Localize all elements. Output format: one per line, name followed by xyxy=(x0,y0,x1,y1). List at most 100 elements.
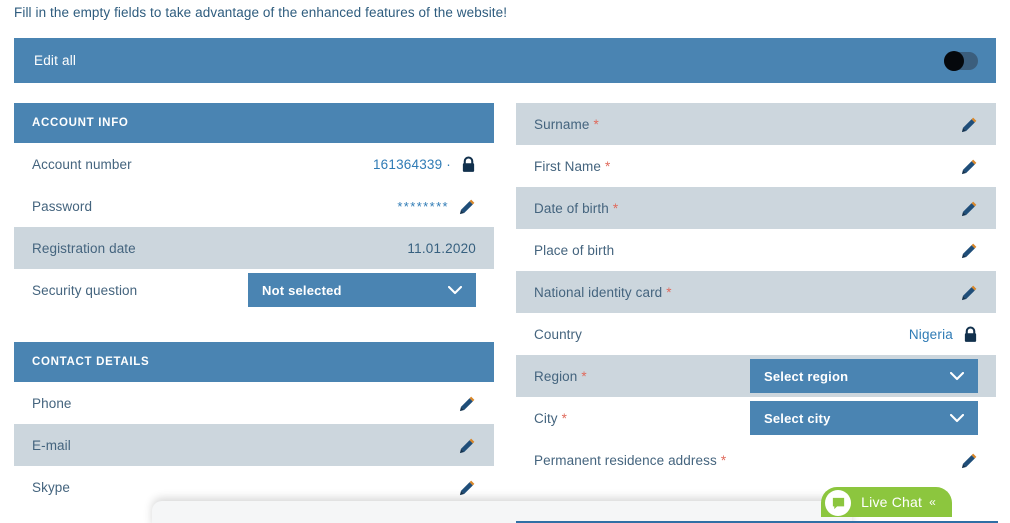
row-label: Region xyxy=(534,368,578,384)
toggle-knob xyxy=(944,50,964,71)
row-date-of-birth: Date of birth * xyxy=(516,187,996,229)
edit-pencil-icon[interactable] xyxy=(961,242,978,259)
select-city-label: Select city xyxy=(764,410,831,426)
edit-pencil-icon[interactable] xyxy=(459,395,476,412)
chevron-up-icon: « xyxy=(929,495,936,509)
row-label: Place of birth xyxy=(534,242,615,258)
row-label: Registration date xyxy=(32,240,136,256)
edit-all-toggle[interactable] xyxy=(944,50,978,71)
edit-pencil-icon[interactable] xyxy=(961,116,978,133)
panel-contact-details: CONTACT DETAILS Phone E-mail Skype xyxy=(14,342,494,508)
required-asterisk: * xyxy=(605,158,611,174)
edit-pencil-icon[interactable] xyxy=(459,479,476,496)
row-account-number: Account number 161364339 · xyxy=(14,143,494,185)
row-value-group xyxy=(459,395,476,412)
edit-all-bar: Edit all xyxy=(14,38,996,83)
row-region: Region * Select region xyxy=(516,355,996,397)
edit-pencil-icon[interactable] xyxy=(961,200,978,217)
select-city-button[interactable]: Select city xyxy=(750,401,978,435)
row-label: Password xyxy=(32,198,93,214)
row-national-identity-card: National identity card * xyxy=(516,271,996,313)
row-value-group: Nigeria xyxy=(908,325,978,343)
profile-page: Fill in the empty fields to take advanta… xyxy=(0,0,1010,523)
edit-pencil-icon[interactable] xyxy=(459,437,476,454)
row-value-group xyxy=(961,158,978,175)
panel-account-info: ACCOUNT INFO Account number 161364339 · Pas… xyxy=(14,103,494,311)
row-place-of-birth: Place of birth xyxy=(516,229,996,271)
chevron-down-icon xyxy=(448,285,462,295)
row-city: City * Select city xyxy=(516,397,996,439)
edit-pencil-icon[interactable] xyxy=(961,158,978,175)
row-value: ******** xyxy=(397,198,449,214)
chevron-down-icon xyxy=(950,413,964,423)
panel-header: ACCOUNT INFO xyxy=(14,103,494,143)
row-value-group: 11.01.2020 xyxy=(407,241,476,256)
row-registration-date: Registration date 11.01.2020 xyxy=(14,227,494,269)
row-label: Phone xyxy=(32,395,72,411)
panel-gap xyxy=(14,311,494,342)
row-label: National identity card xyxy=(534,284,663,300)
edit-pencil-icon[interactable] xyxy=(459,198,476,215)
required-asterisk: * xyxy=(612,200,619,216)
chat-bubble-icon xyxy=(825,490,852,516)
required-asterisk: * xyxy=(720,452,727,468)
row-label: Account number xyxy=(32,156,132,172)
edit-pencil-icon[interactable] xyxy=(961,284,978,301)
row-value: 11.01.2020 xyxy=(407,240,476,256)
row-value-group xyxy=(961,200,978,217)
row-value: 161364339 · xyxy=(372,156,451,172)
row-password: Password ******** xyxy=(14,185,494,227)
row-country: Country Nigeria xyxy=(516,313,996,355)
row-value-group xyxy=(961,242,978,259)
select-region-button[interactable]: Select region xyxy=(750,359,978,393)
row-value: Nigeria xyxy=(908,326,953,342)
row-label: Country xyxy=(534,326,582,342)
row-value-group xyxy=(459,479,476,496)
select-security-question-label: Not selected xyxy=(262,282,342,298)
row-value-group xyxy=(961,116,978,133)
left-column: ACCOUNT INFO Account number 161364339 · Pas… xyxy=(14,103,494,508)
select-security-question-button[interactable]: Not selected xyxy=(248,273,476,307)
bottom-peek-card xyxy=(152,501,852,523)
row-e-mail: E-mail xyxy=(14,424,494,466)
edit-pencil-icon[interactable] xyxy=(961,452,978,469)
row-label: Permanent residence address xyxy=(534,452,717,468)
panel-title: ACCOUNT INFO xyxy=(32,117,129,129)
select-region-label: Select region xyxy=(764,368,849,384)
lock-icon xyxy=(461,155,476,173)
right-column: Surname * First Name * Date of birth * Place o… xyxy=(516,103,996,481)
panel-title: CONTACT DETAILS xyxy=(32,356,150,368)
page-intro-message: Fill in the empty fields to take advanta… xyxy=(14,5,508,20)
row-label: E-mail xyxy=(32,437,71,453)
row-value-group xyxy=(459,437,476,454)
row-value-group xyxy=(961,452,978,469)
row-value-group xyxy=(961,284,978,301)
chevron-down-icon xyxy=(950,371,964,381)
row-label: Date of birth xyxy=(534,200,609,216)
edit-all-label: Edit all xyxy=(34,53,77,68)
row-label: Security question xyxy=(32,282,138,298)
required-asterisk: * xyxy=(593,116,599,132)
live-chat-label-group: Live Chat « xyxy=(861,494,936,510)
row-label: City xyxy=(534,410,558,426)
required-asterisk: * xyxy=(666,284,672,300)
lock-icon xyxy=(963,325,978,343)
row-first-name: First Name * xyxy=(516,145,996,187)
row-surname: Surname * xyxy=(516,103,996,145)
live-chat-label: Live Chat xyxy=(861,494,923,510)
row-phone: Phone xyxy=(14,382,494,424)
live-chat-widget[interactable]: Live Chat « xyxy=(821,487,952,517)
required-asterisk: * xyxy=(581,368,587,384)
row-label: Skype xyxy=(32,479,71,495)
row-value-group: 161364339 · xyxy=(372,155,476,173)
row-value-group: ******** xyxy=(397,198,476,215)
row-label: First Name xyxy=(534,158,602,174)
required-asterisk: * xyxy=(561,410,567,426)
select-wrapper: Not selected xyxy=(248,273,476,307)
row-security-question: Security question Not selected xyxy=(14,269,494,311)
row-permanent-residence-address: Permanent residence address * xyxy=(516,439,996,481)
panel-header: CONTACT DETAILS xyxy=(14,342,494,382)
select-wrapper: Select city xyxy=(750,401,978,435)
select-wrapper: Select region xyxy=(750,359,978,393)
row-label: Surname xyxy=(534,116,590,132)
